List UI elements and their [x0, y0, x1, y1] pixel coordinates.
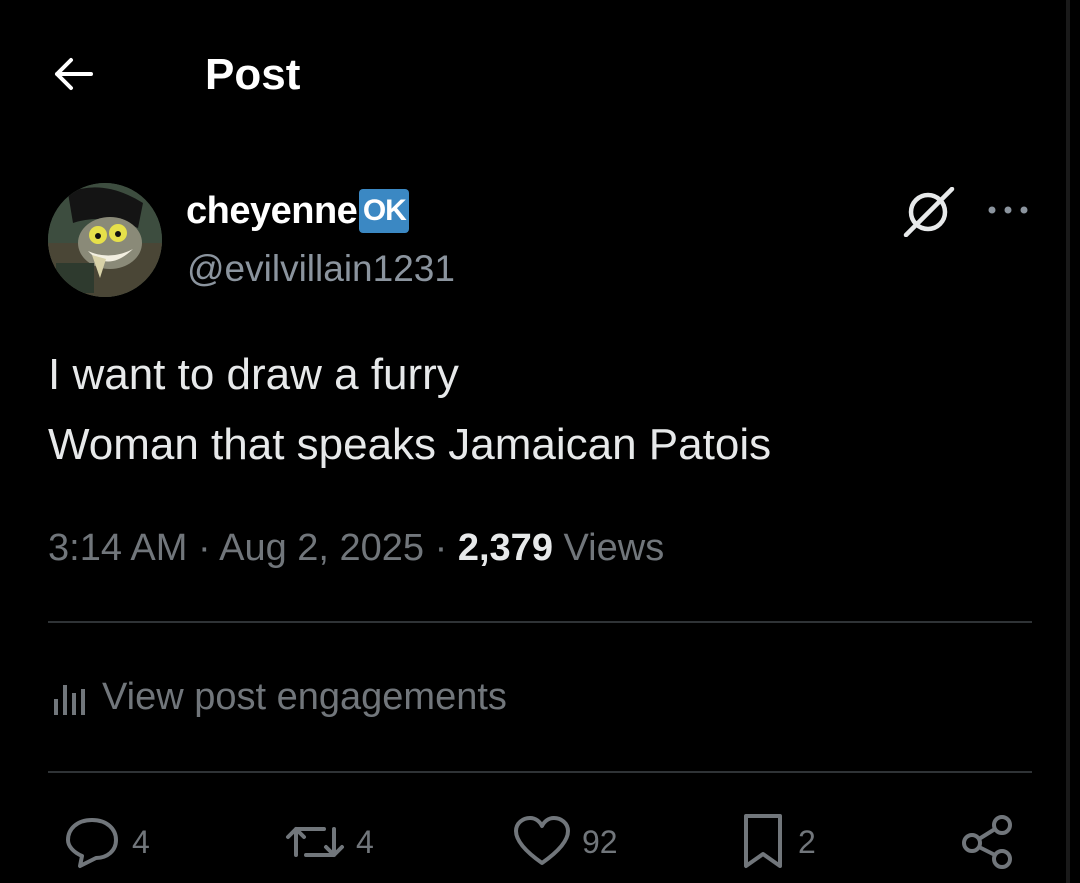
more-horizontal-icon [988, 206, 1028, 214]
views-label: Views [563, 527, 665, 569]
view-engagements-link[interactable]: View post engagements [48, 672, 507, 722]
back-button[interactable] [44, 48, 104, 100]
avatar[interactable] [48, 183, 162, 297]
display-name-text: cheyenne [186, 190, 358, 232]
heart-icon [514, 816, 570, 865]
bookmark-count: 2 [798, 824, 816, 860]
repost-icon [286, 827, 344, 857]
bookmark-button[interactable]: 2 [738, 812, 816, 872]
like-button[interactable]: 92 [512, 812, 618, 872]
repost-button[interactable]: 4 [284, 812, 374, 872]
post-metadata: 3:14 AM · Aug 2, 2025 · 2,379 Views [48, 523, 664, 573]
more-options-button[interactable] [982, 188, 1034, 232]
reply-icon [66, 818, 118, 868]
page-title: Post [205, 50, 301, 99]
divider [48, 621, 1032, 623]
post-date[interactable]: Aug 2, 2025 [219, 527, 424, 569]
divider [48, 771, 1032, 773]
repost-count: 4 [356, 824, 374, 860]
views-count: 2,379 [457, 527, 553, 569]
engagements-label: View post engagements [102, 676, 507, 718]
reply-button[interactable]: 4 [62, 812, 150, 872]
author-display-name[interactable]: cheyenne OK [186, 189, 410, 233]
bookmark-icon [744, 814, 782, 868]
post-time[interactable]: 3:14 AM [48, 527, 187, 569]
reply-count: 4 [132, 824, 150, 860]
meta-separator: · [424, 527, 458, 569]
author-handle[interactable]: @evilvillain1231 [187, 247, 455, 291]
post-line-1: I want to draw a furry [48, 350, 459, 399]
share-button[interactable] [958, 812, 1018, 872]
like-count: 92 [582, 824, 618, 860]
ok-badge: OK [359, 189, 410, 233]
arrow-left-icon [55, 58, 93, 90]
post-text: I want to draw a furry Woman that speaks… [48, 340, 1028, 480]
post-line-2: Woman that speaks Jamaican Patois [48, 420, 772, 469]
grok-button[interactable] [896, 184, 960, 240]
grok-icon [903, 187, 955, 237]
share-icon [962, 815, 1012, 869]
bar-chart-icon [54, 685, 85, 715]
meta-separator: · [187, 527, 220, 569]
scrollbar[interactable] [1066, 0, 1070, 883]
avatar-image [48, 183, 162, 297]
